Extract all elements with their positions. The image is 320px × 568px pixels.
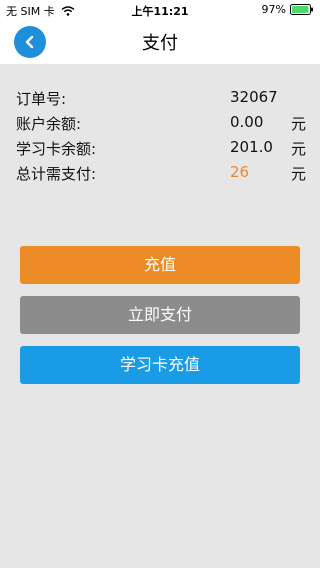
page-title: 支付 (142, 33, 178, 54)
battery-icon (290, 4, 313, 15)
battery-percent: 97% (261, 3, 286, 16)
order-number-value: 32067 (230, 88, 278, 106)
total-due-label: 总计需支付: (16, 165, 97, 183)
nav-bar: 支付 (0, 20, 320, 64)
account-balance-unit: 元 (290, 115, 306, 133)
total-due-row: 总计需支付: 26 元 (16, 163, 310, 187)
card-balance-label: 学习卡余额: (16, 140, 97, 158)
order-number-row: 订单号: 32067 (16, 88, 310, 112)
payment-content: 订单号: 32067 账户余额: 0.00 元 学习卡余额: 201.0 元 总… (0, 64, 320, 568)
order-number-label: 订单号: (16, 90, 67, 108)
account-balance-row: 账户余额: 0.00 元 (16, 113, 310, 137)
account-balance-value: 0.00 (230, 113, 264, 131)
recharge-button[interactable]: 充值 (20, 246, 300, 284)
status-bar: 无 SIM 卡 上午11:21 97% (0, 0, 320, 20)
account-balance-label: 账户余额: (16, 115, 82, 133)
card-recharge-button[interactable]: 学习卡充值 (20, 346, 300, 384)
card-balance-value: 201.0 (230, 138, 273, 156)
total-due-unit: 元 (290, 165, 306, 183)
pay-now-button[interactable]: 立即支付 (20, 296, 300, 334)
card-balance-row: 学习卡余额: 201.0 元 (16, 138, 310, 162)
status-right: 97% (262, 3, 314, 16)
card-balance-unit: 元 (290, 140, 306, 158)
total-due-value: 26 (230, 163, 250, 181)
